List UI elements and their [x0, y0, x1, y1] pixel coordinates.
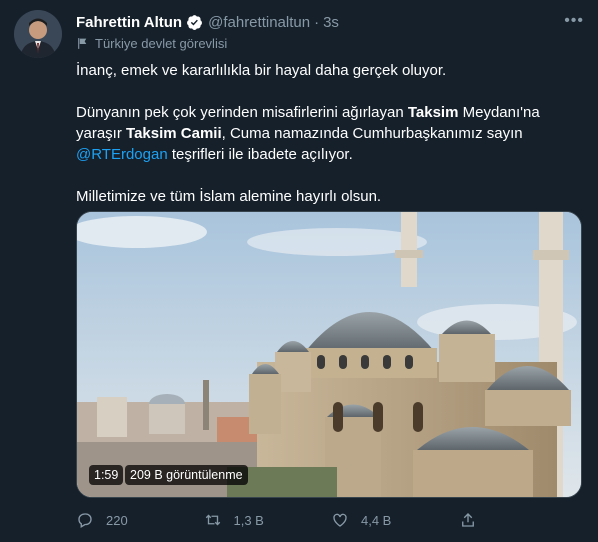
mention-link[interactable]: @RTErdogan [76, 146, 168, 163]
author-handle[interactable]: @fahrettinaltun [208, 14, 310, 31]
more-options-icon[interactable]: ••• [564, 12, 584, 30]
tweet-time[interactable]: 3s [323, 14, 339, 31]
account-label[interactable]: Türkiye devlet görevlisi [76, 36, 227, 51]
like-button[interactable]: 4,4 B [331, 511, 459, 529]
tweet-line-1: İnanç, emek ve kararlılıkla bir hayal da… [76, 62, 447, 79]
text-fragment: , Cuma namazında Cumhurbaşkanımız sayın [221, 125, 523, 142]
avatar[interactable] [14, 10, 62, 58]
like-count: 4,4 B [361, 512, 392, 528]
retweet-count: 1,3 B [233, 512, 264, 528]
account-label-text: Türkiye devlet görevlisi [95, 36, 228, 51]
bold-text: Taksim Camii [126, 125, 222, 142]
video-view-count: 209 B görüntülenme [125, 465, 248, 485]
video-player[interactable]: 1:59 209 B görüntülenme [76, 211, 582, 498]
author-name[interactable]: Fahrettin Altun [76, 14, 182, 31]
reply-icon [78, 513, 92, 528]
reply-count: 220 [106, 512, 128, 528]
reply-button[interactable]: 220 [76, 511, 204, 529]
tweet-actions: 220 1,3 B 4,4 B [76, 508, 586, 532]
video-duration: 1:59 [89, 465, 124, 485]
retweet-icon [205, 514, 220, 526]
tweet-line-3: Milletimize ve tüm İslam alemine hayırlı… [76, 188, 382, 205]
bold-text: Taksim [407, 104, 459, 121]
share-icon [461, 513, 474, 527]
verified-badge-icon [187, 14, 203, 30]
mosque-video-thumbnail [77, 212, 581, 497]
separator: · [314, 13, 320, 31]
text-fragment: teşrifleri ile ibadete açılıyor. [167, 146, 353, 163]
share-button[interactable] [459, 511, 587, 529]
text-fragment: Dünyanın pek çok yerinden misafirlerini … [76, 104, 408, 121]
retweet-button[interactable]: 1,3 B [204, 511, 332, 529]
tweet-text: İnanç, emek ve kararlılıkla bir hayal da… [76, 60, 586, 228]
tweet-paragraph-2: Dünyanın pek çok yerinden misafirlerini … [76, 102, 586, 165]
heart-icon [333, 513, 347, 527]
flag-icon [78, 38, 87, 49]
tweet-header: Fahrettin Altun @fahrettinaltun · 3s ••• [76, 12, 584, 32]
